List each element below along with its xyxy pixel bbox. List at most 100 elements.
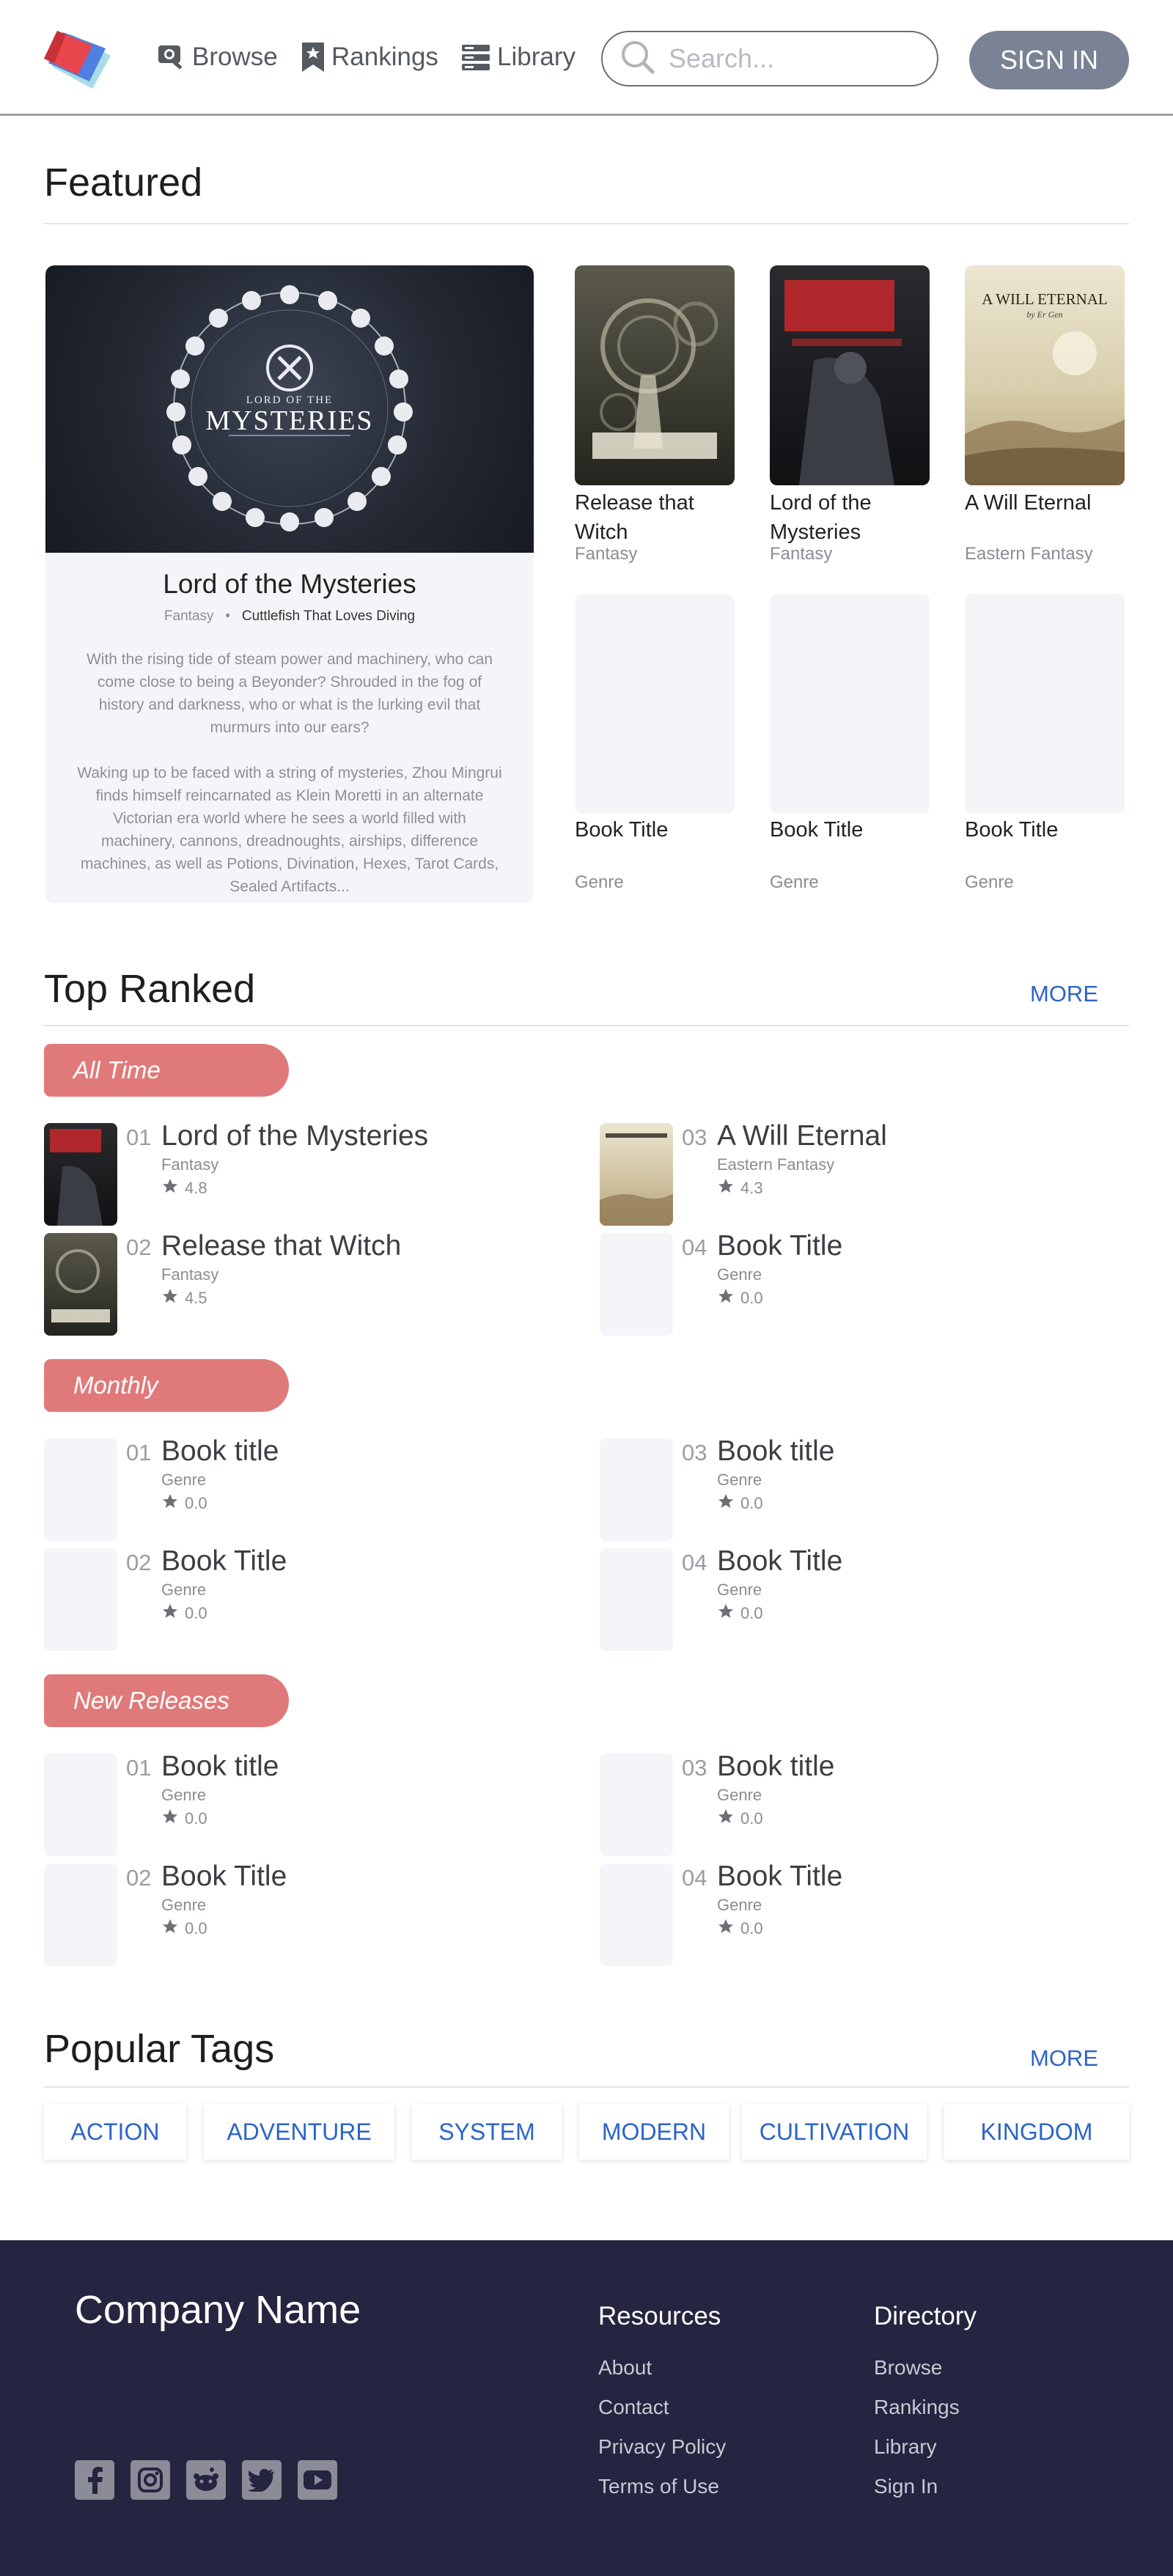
rank-title[interactable]: Book title xyxy=(161,1751,279,1783)
rank-thumb[interactable] xyxy=(600,1123,673,1226)
rank-title[interactable]: Book Title xyxy=(717,1861,842,1893)
search-input[interactable] xyxy=(669,43,918,74)
footer-link-about[interactable]: About xyxy=(598,2356,652,2380)
rank-thumb[interactable] xyxy=(600,1548,673,1651)
rank-item[interactable]: 04 Book Title Genre 0.0 xyxy=(600,1230,1113,1336)
instagram-icon[interactable] xyxy=(130,2460,170,2500)
book-title-card-2[interactable]: Lord of the Mysteries xyxy=(770,488,938,547)
featured-main-author[interactable]: Cuttlefish That Loves Diving xyxy=(242,608,415,624)
rank-title[interactable]: Release that Witch xyxy=(161,1230,401,1262)
pill-all-time[interactable]: All Time xyxy=(44,1044,289,1097)
twitter-icon[interactable] xyxy=(242,2460,282,2500)
tag-system[interactable]: SYSTEM xyxy=(412,2104,562,2160)
search-box[interactable] xyxy=(601,31,938,87)
rank-item[interactable]: 02 Book Title Genre 0.0 xyxy=(44,1861,557,1966)
rank-genre: Eastern Fantasy xyxy=(717,1155,835,1174)
rank-item[interactable]: 01 Book title Genre 0.0 xyxy=(44,1751,557,1856)
popular-tags-more-link[interactable]: MORE xyxy=(1030,2045,1098,2072)
rank-title[interactable]: A Will Eternal xyxy=(717,1120,887,1152)
rank-title[interactable]: Book Title xyxy=(161,1861,287,1893)
pill-new-releases[interactable]: New Releases xyxy=(44,1674,289,1727)
book-title-card-4[interactable]: Book Title xyxy=(575,815,743,844)
rank-item[interactable]: 04 Book Title Genre 0.0 xyxy=(600,1861,1113,1966)
book-genre-card-6: Genre xyxy=(965,872,1014,892)
rank-thumb[interactable] xyxy=(44,1123,117,1226)
rating-value: 0.0 xyxy=(740,1809,763,1828)
rank-title[interactable]: Book title xyxy=(161,1435,279,1468)
rank-title[interactable]: Book Title xyxy=(717,1545,842,1578)
nav-rankings[interactable]: Rankings xyxy=(301,38,438,76)
rank-thumb[interactable] xyxy=(600,1438,673,1541)
featured-main-cover[interactable]: LORD OF THE MYSTERIES xyxy=(45,265,534,553)
nav-library[interactable]: Library xyxy=(460,38,576,76)
tag-modern[interactable]: MODERN xyxy=(579,2104,729,2160)
top-ranked-more-link[interactable]: MORE xyxy=(1030,981,1098,1007)
tag-adventure[interactable]: ADVENTURE xyxy=(204,2104,394,2160)
rank-thumb[interactable] xyxy=(44,1753,117,1856)
featured-divider xyxy=(44,223,1129,224)
rating-value: 0.0 xyxy=(185,1604,207,1622)
footer-link-sign-in[interactable]: Sign In xyxy=(874,2475,938,2498)
rank-title[interactable]: Book Title xyxy=(161,1545,287,1578)
book-title-card-3[interactable]: A Will Eternal xyxy=(965,488,1133,518)
rank-thumb[interactable] xyxy=(600,1233,673,1336)
pill-monthly[interactable]: Monthly xyxy=(44,1359,289,1412)
rank-title[interactable]: Book title xyxy=(717,1435,834,1468)
sign-in-button[interactable]: SIGN IN xyxy=(969,31,1129,89)
footer-link-terms-of-use[interactable]: Terms of Use xyxy=(598,2475,719,2498)
rank-item[interactable]: 02 Book Title Genre 0.0 xyxy=(44,1545,557,1651)
rank-item[interactable]: 01 Book title Genre 0.0 xyxy=(44,1435,557,1541)
book-cover-placeholder[interactable] xyxy=(965,594,1125,814)
rank-title[interactable]: Book Title xyxy=(717,1230,842,1262)
rank-thumb[interactable] xyxy=(600,1753,673,1856)
meta-separator: • xyxy=(225,608,231,624)
nav-browse[interactable]: Browse xyxy=(157,38,278,76)
book-cover-a-will-eternal[interactable]: A WILL ETERNAL by Er Gen xyxy=(965,265,1125,485)
book-cover-release-that-witch[interactable] xyxy=(575,265,735,485)
footer-link-browse[interactable]: Browse xyxy=(874,2356,942,2380)
facebook-icon[interactable] xyxy=(75,2460,114,2500)
tag-cultivation[interactable]: CULTIVATION xyxy=(742,2104,927,2160)
rank-thumb[interactable] xyxy=(44,1548,117,1651)
footer-link-contact[interactable]: Contact xyxy=(598,2396,669,2419)
tag-kingdom[interactable]: KINGDOM xyxy=(944,2104,1129,2160)
rank-number: 02 xyxy=(126,1865,152,1891)
featured-main-title[interactable]: Lord of the Mysteries xyxy=(45,569,534,600)
reddit-icon[interactable] xyxy=(186,2460,226,2500)
rank-thumb[interactable] xyxy=(44,1438,117,1541)
book-title-card-5[interactable]: Book Title xyxy=(770,815,938,844)
star-icon xyxy=(161,1177,179,1199)
library-icon xyxy=(460,42,491,73)
rank-item[interactable]: 04 Book Title Genre 0.0 xyxy=(600,1545,1113,1651)
star-icon xyxy=(717,1493,735,1515)
star-icon xyxy=(161,1493,179,1515)
star-icon xyxy=(161,1808,179,1830)
rating-value: 0.0 xyxy=(740,1919,763,1937)
footer-link-privacy-policy[interactable]: Privacy Policy xyxy=(598,2435,726,2459)
star-icon xyxy=(717,1287,735,1309)
company-name: Company Name xyxy=(75,2288,361,2332)
rank-thumb[interactable] xyxy=(44,1863,117,1966)
rank-thumb[interactable] xyxy=(600,1863,673,1966)
book-title-card-6[interactable]: Book Title xyxy=(965,815,1133,844)
rank-title[interactable]: Lord of the Mysteries xyxy=(161,1120,428,1152)
book-cover-lord-of-the-mysteries[interactable] xyxy=(770,265,930,485)
tag-action[interactable]: ACTION xyxy=(44,2104,186,2160)
featured-main-card[interactable]: LORD OF THE MYSTERIES Lord of the Myster… xyxy=(45,265,534,903)
featured-main-desc-2: Waking up to be faced with a string of m… xyxy=(77,765,502,895)
footer-link-rankings[interactable]: Rankings xyxy=(874,2396,960,2419)
rank-item[interactable]: 03 Book title Genre 0.0 xyxy=(600,1751,1113,1856)
rank-item[interactable]: 01 Lord of the Mysteries Fantasy 4.8 xyxy=(44,1120,557,1226)
logo-icon[interactable] xyxy=(41,26,123,94)
rank-number: 01 xyxy=(126,1755,152,1781)
rank-item[interactable]: 03 A Will Eternal Eastern Fantasy 4.3 xyxy=(600,1120,1113,1226)
footer-link-library[interactable]: Library xyxy=(874,2435,937,2459)
book-title-card-1[interactable]: Release that Witch xyxy=(575,488,743,547)
youtube-icon[interactable] xyxy=(298,2460,337,2500)
rank-item[interactable]: 02 Release that Witch Fantasy 4.5 xyxy=(44,1230,557,1336)
rank-thumb[interactable] xyxy=(44,1233,117,1336)
rank-item[interactable]: 03 Book title Genre 0.0 xyxy=(600,1435,1113,1541)
book-cover-placeholder[interactable] xyxy=(770,594,930,814)
rank-title[interactable]: Book title xyxy=(717,1751,834,1783)
book-cover-placeholder[interactable] xyxy=(575,594,735,814)
